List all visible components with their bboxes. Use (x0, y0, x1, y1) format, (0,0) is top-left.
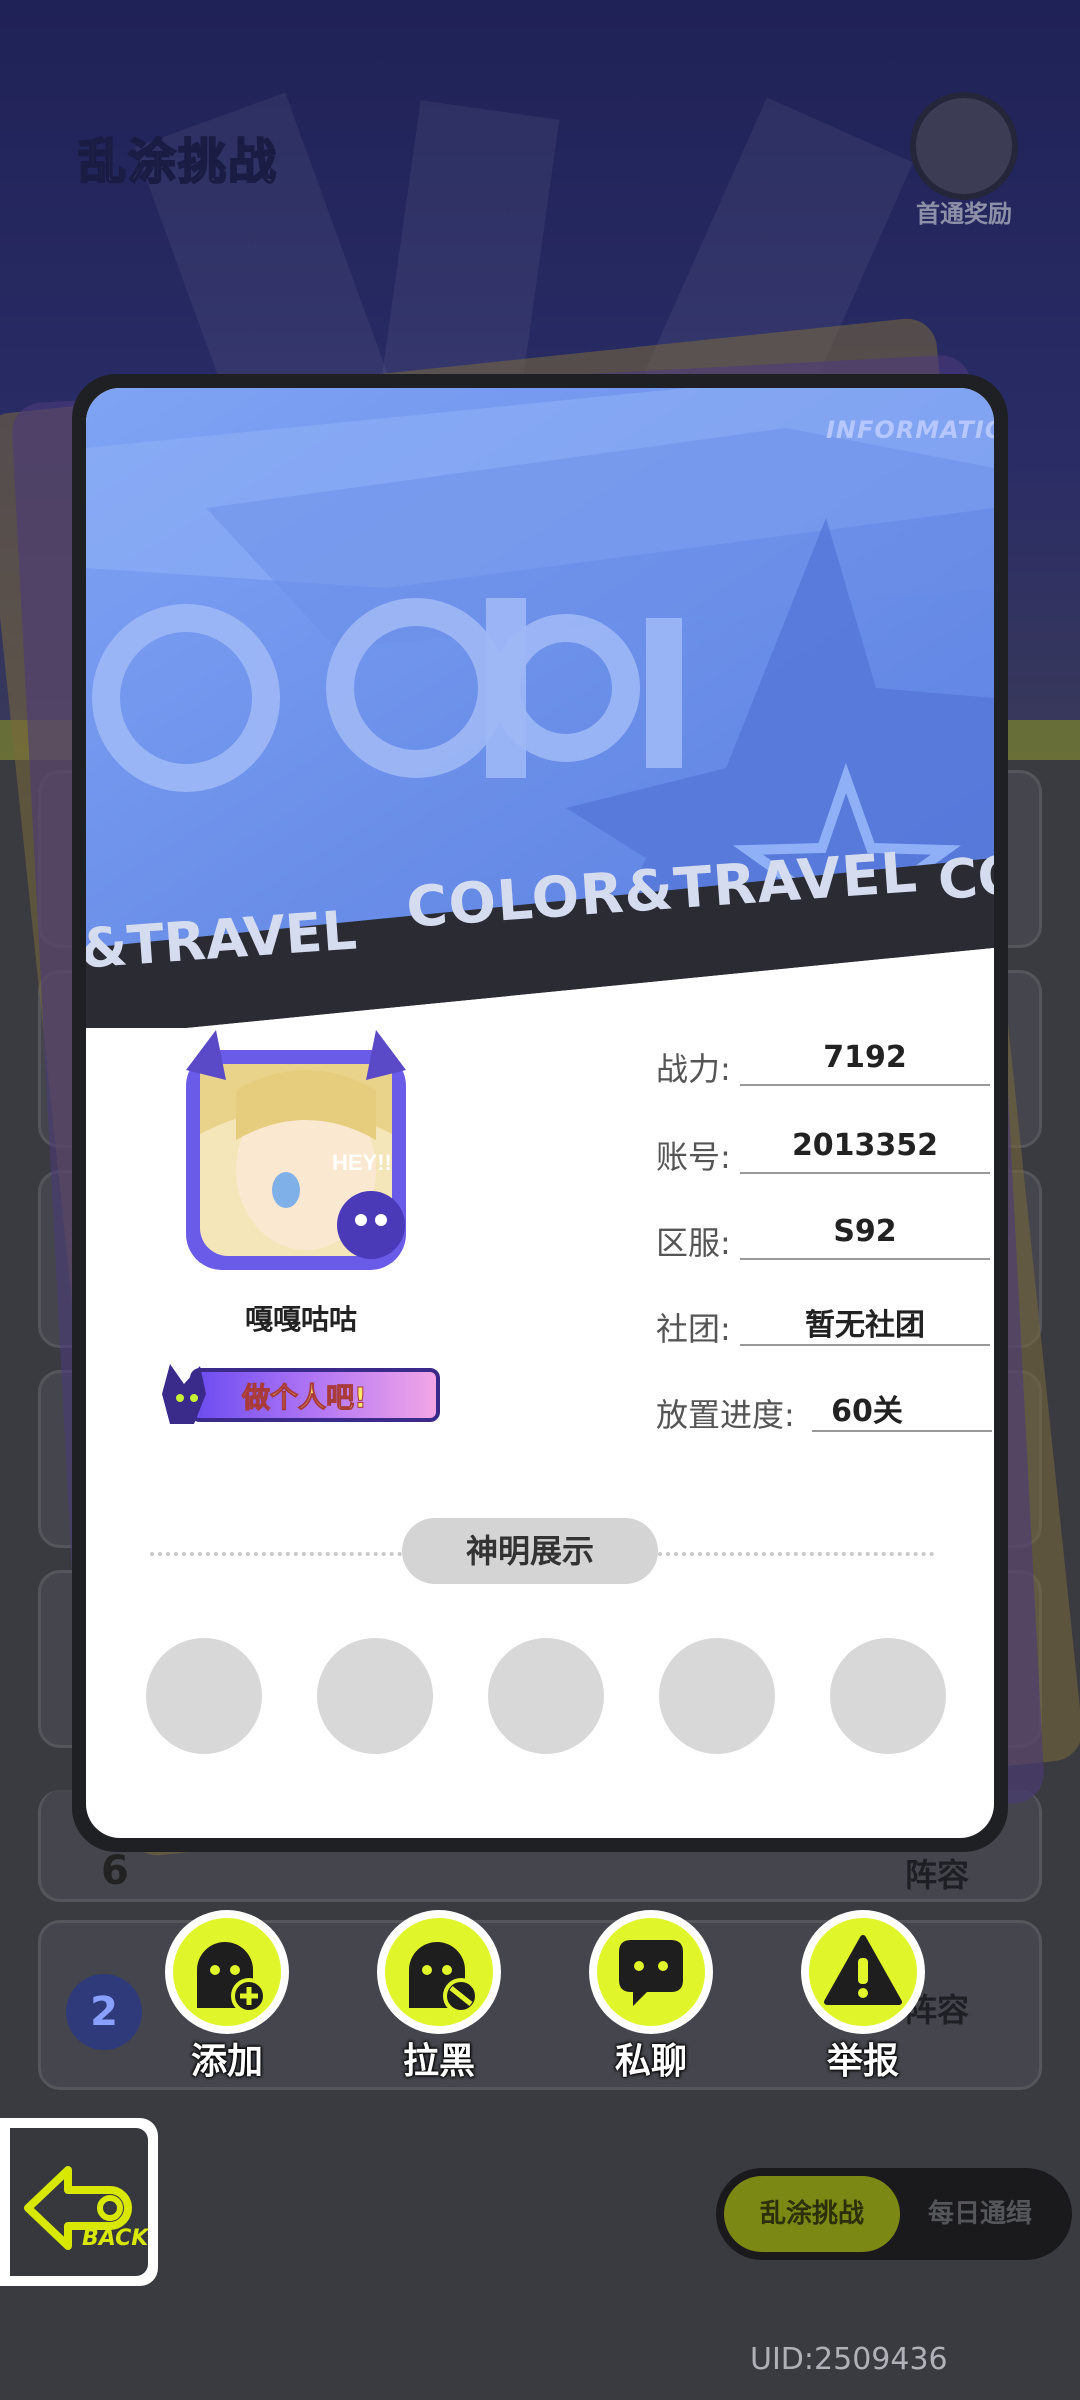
stat-power: 战力: 7192 (656, 1038, 994, 1088)
screen-title: 乱涂挑战 (77, 133, 279, 191)
stat-underline (740, 1172, 990, 1174)
stat-underline (740, 1344, 990, 1346)
stat-guild: 社团: 暂无社团 (656, 1298, 994, 1348)
warning-icon (824, 1935, 902, 2005)
mode-tab-bar: 乱涂挑战 每日通缉 (716, 2168, 1072, 2260)
stat-server: 区服: S92 (656, 1212, 994, 1262)
stat-idle-progress: 放置进度: 60关 (656, 1384, 994, 1434)
dotted-line (150, 1552, 402, 1556)
tab-daily-wanted[interactable]: 每日通缉 (892, 2176, 1068, 2252)
stat-server-value: S92 (833, 1214, 897, 1249)
stat-underline (740, 1084, 990, 1086)
player-info-card: INFORMATION COLOR&TRAVEL &TRAVEL CO HEY!… (72, 374, 1008, 1852)
report-label: 举报 (826, 2041, 899, 2082)
add-friend-label: 添加 (190, 2041, 263, 2082)
player-avatar[interactable]: HEY!! (156, 1020, 436, 1310)
stat-account-value: 2013352 (791, 1128, 939, 1163)
gods-showcase-label: 神明展示 (402, 1518, 658, 1584)
first-clear-reward-button[interactable]: 首通奖励 (900, 92, 1028, 230)
private-chat-label: 私聊 (614, 2041, 687, 2082)
god-slot[interactable] (659, 1638, 775, 1754)
stat-power-label: 战力: (656, 1050, 731, 1088)
private-chat-button[interactable]: 私聊 (586, 1910, 716, 2084)
reward-label: 首通奖励 (916, 200, 1012, 228)
gods-divider: 神明展示 (150, 1518, 950, 1588)
add-friend-icon (197, 1942, 267, 2014)
add-friend-button[interactable]: 添加 (162, 1910, 292, 2084)
uid-label: UID:2509436 (750, 2342, 948, 2377)
back-label: BACK (82, 2226, 148, 2251)
player-nickname: 嘎嘎咕咕 (244, 1303, 357, 1336)
stat-underline (812, 1430, 992, 1432)
player-title-text: 做个人吧! (242, 1381, 368, 1415)
stat-power-value: 7192 (823, 1040, 907, 1075)
god-slot[interactable] (146, 1638, 262, 1754)
strip-text-right: CO (935, 843, 994, 912)
stat-guild-value: 暂无社团 (805, 1308, 925, 1343)
back-button[interactable]: BACK (0, 2118, 158, 2286)
stat-account-label: 账号: (656, 1138, 731, 1176)
svg-text:HEY!!: HEY!! (332, 1150, 392, 1175)
lineup-button[interactable]: 阵容 (905, 1850, 969, 1896)
banner-tag: INFORMATION (826, 416, 994, 444)
stat-underline (740, 1258, 990, 1260)
stat-account: 账号: 2013352 (656, 1126, 994, 1176)
god-slot[interactable] (830, 1638, 946, 1754)
stat-idle-progress-value: 60关 (831, 1394, 903, 1429)
stat-server-label: 区服: (656, 1224, 731, 1262)
stat-guild-label: 社团: (656, 1310, 731, 1348)
rank-number: 6 (101, 1848, 129, 1894)
rank-badge: 2 (66, 1974, 142, 2050)
chat-bubble-icon (619, 1940, 683, 2006)
player-title-badge: 做个人吧! (150, 1354, 450, 1434)
dotted-line (658, 1552, 934, 1556)
report-button[interactable]: 举报 (798, 1910, 928, 2084)
block-user-icon (409, 1942, 479, 2014)
stat-idle-progress-label: 放置进度: (656, 1396, 795, 1434)
block-user-label: 拉黑 (402, 2041, 475, 2082)
cat-mascot-icon (162, 1364, 206, 1424)
tab-graffiti-challenge[interactable]: 乱涂挑战 (724, 2176, 900, 2252)
god-slot[interactable] (488, 1638, 604, 1754)
reward-icon (910, 92, 1018, 200)
block-user-button[interactable]: 拉黑 (374, 1910, 504, 2084)
god-slot[interactable] (317, 1638, 433, 1754)
